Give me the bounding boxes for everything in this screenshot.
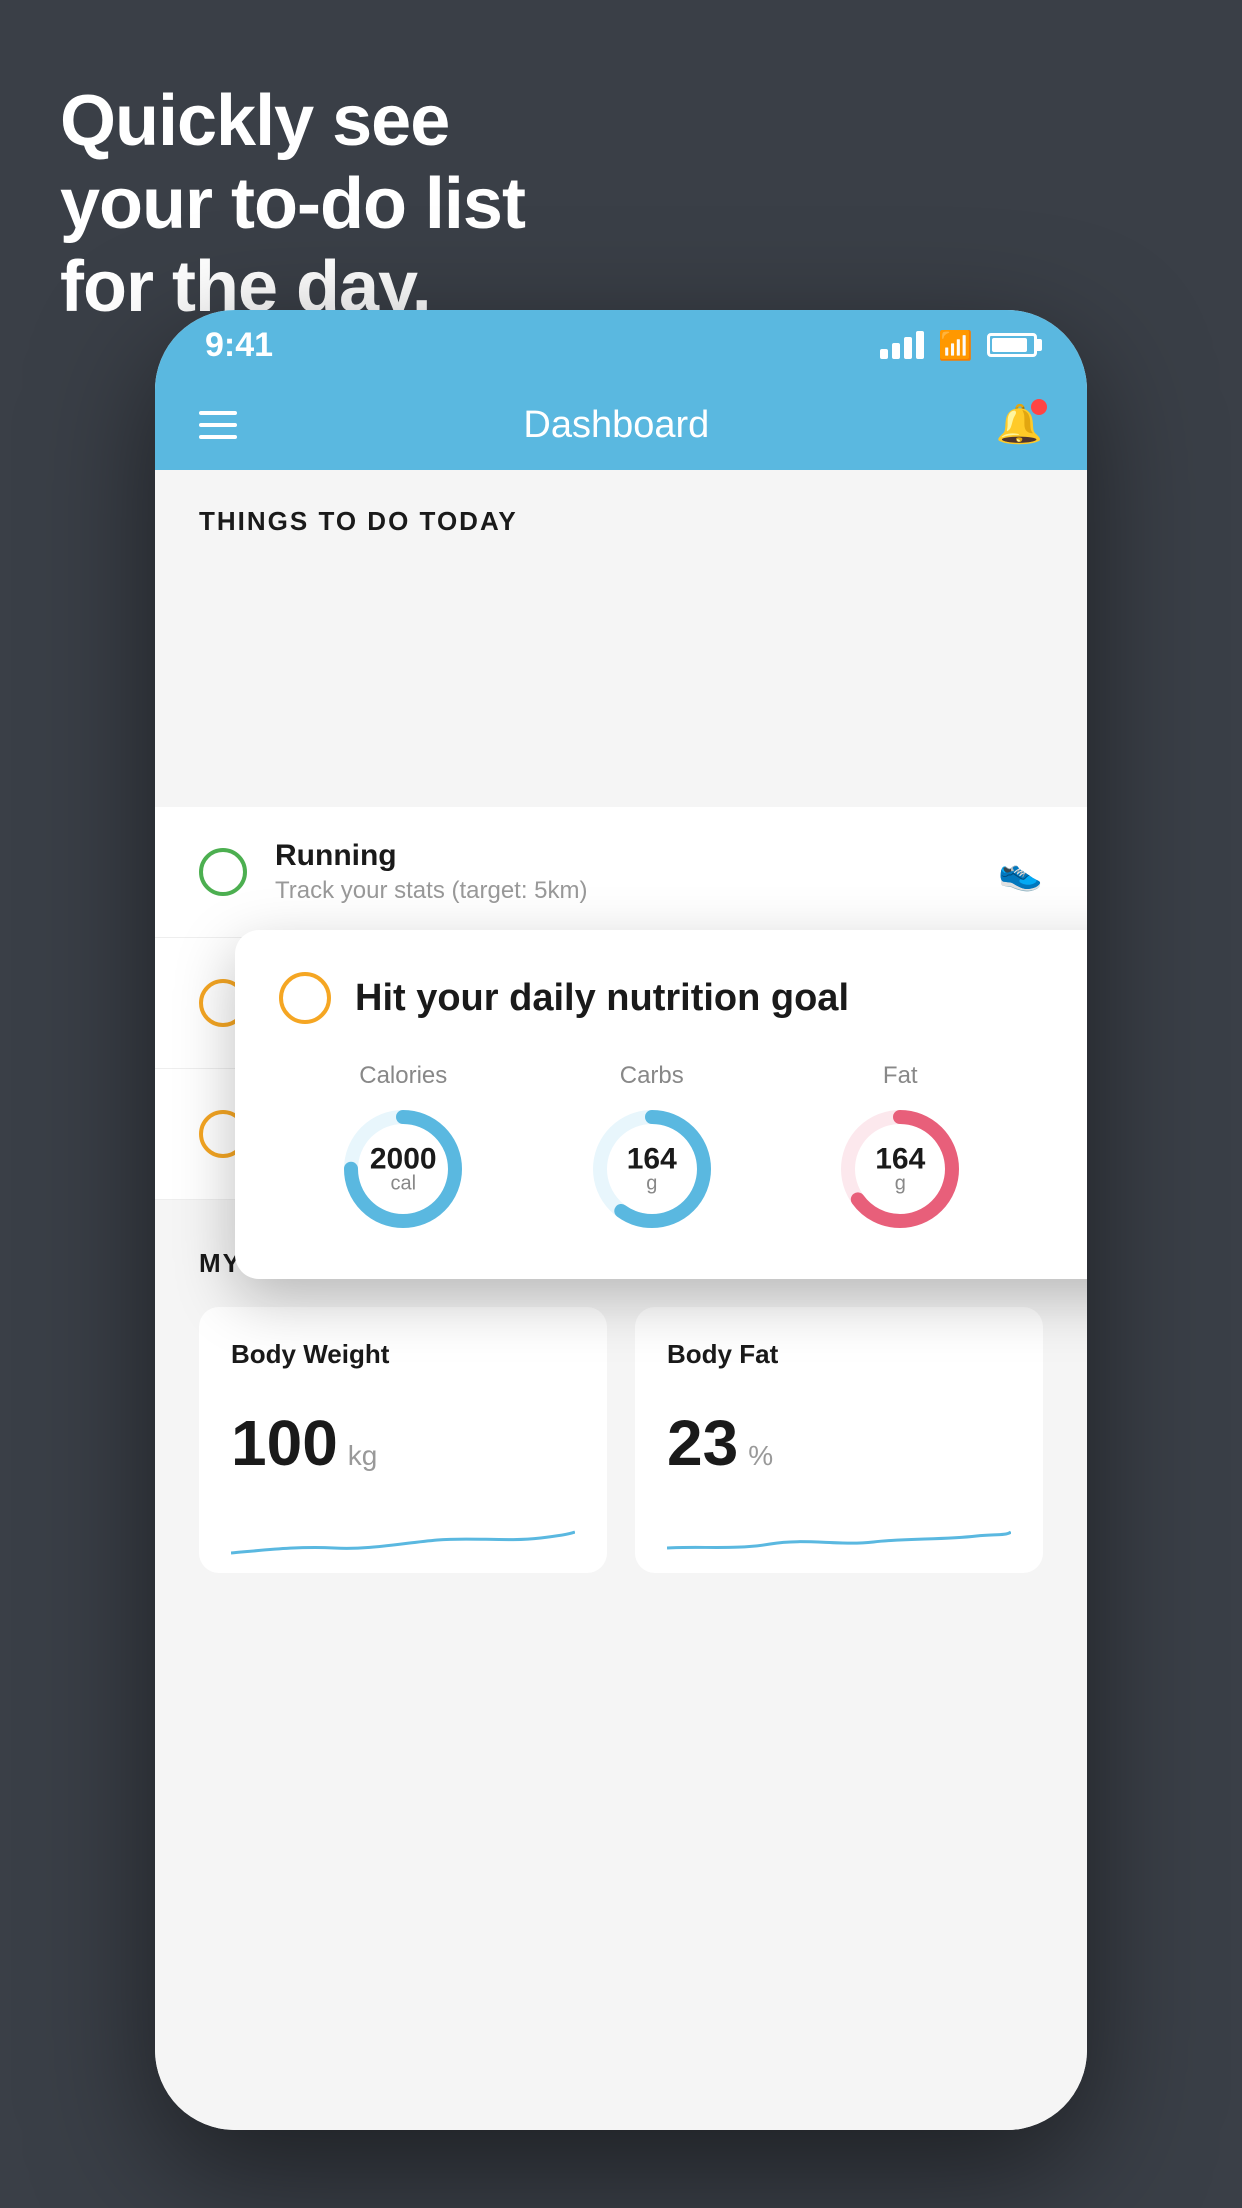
protein-donut: 164 g <box>1084 1105 1087 1235</box>
wifi-icon: 📶 <box>938 329 973 362</box>
nutrition-card[interactable]: Hit your daily nutrition goal Calories 2… <box>235 930 1087 1279</box>
fat-donut: 164 g <box>835 1104 965 1234</box>
status-bar: 9:41 📶 <box>155 310 1087 380</box>
todo-item-running[interactable]: Running Track your stats (target: 5km) 👟 <box>155 807 1087 938</box>
nutrient-protein: ★ Protein 164 g <box>1084 1062 1087 1235</box>
nutrition-card-header: Hit your daily nutrition goal <box>279 972 1087 1024</box>
nutrient-calories: Calories 2000 cal <box>338 1062 468 1234</box>
progress-cards: Body Weight 100 kg Body Fat 23 % <box>199 1307 1043 1573</box>
running-text: Running Track your stats (target: 5km) <box>275 839 970 905</box>
things-today-title: THINGS TO DO TODAY <box>199 506 518 536</box>
notification-button[interactable]: 🔔 <box>996 403 1043 447</box>
body-weight-unit: kg <box>348 1440 378 1472</box>
status-icons: 📶 <box>880 329 1037 362</box>
body-weight-title: Body Weight <box>231 1339 575 1370</box>
nutrient-fat: Fat 164 g <box>835 1062 965 1234</box>
nutrition-circles: Calories 2000 cal Carbs <box>279 1062 1087 1235</box>
nutrition-check-circle[interactable] <box>279 972 331 1024</box>
headline-line1: Quickly see <box>60 81 449 161</box>
app-content: THINGS TO DO TODAY Running Track your st… <box>155 470 1087 2130</box>
headline-line2: your to-do list <box>60 164 525 244</box>
header-title: Dashboard <box>523 404 709 447</box>
body-fat-card[interactable]: Body Fat 23 % <box>635 1307 1043 1573</box>
running-check-circle[interactable] <box>199 848 247 896</box>
carbs-donut: 164 g <box>587 1104 717 1234</box>
fat-label: Fat <box>883 1062 918 1090</box>
notification-badge <box>1031 399 1047 415</box>
page-headline: Quickly see your to-do list for the day. <box>60 80 525 328</box>
running-desc: Track your stats (target: 5km) <box>275 877 970 905</box>
body-fat-chart <box>667 1508 1011 1568</box>
calories-label: Calories <box>359 1062 447 1090</box>
app-header: Dashboard 🔔 <box>155 380 1087 470</box>
fat-value: 164 <box>875 1143 925 1177</box>
signal-icon <box>880 331 924 359</box>
battery-icon <box>987 333 1037 357</box>
calories-donut: 2000 cal <box>338 1104 468 1234</box>
body-fat-value: 23 <box>667 1406 738 1480</box>
things-today-header: THINGS TO DO TODAY <box>155 470 1087 557</box>
body-weight-chart <box>231 1508 575 1568</box>
running-name: Running <box>275 839 970 873</box>
status-time: 9:41 <box>205 326 273 365</box>
running-icon: 👟 <box>998 851 1043 893</box>
menu-button[interactable] <box>199 411 237 439</box>
nutrition-card-title: Hit your daily nutrition goal <box>355 977 849 1020</box>
carbs-value: 164 <box>627 1143 677 1177</box>
body-fat-value-row: 23 % <box>667 1406 1011 1480</box>
body-weight-value: 100 <box>231 1406 338 1480</box>
body-fat-unit: % <box>748 1440 773 1472</box>
carbs-label: Carbs <box>620 1062 684 1090</box>
body-weight-card[interactable]: Body Weight 100 kg <box>199 1307 607 1573</box>
phone-shell: 9:41 📶 Dashboard 🔔 THINGS TO <box>155 310 1087 2130</box>
body-weight-value-row: 100 kg <box>231 1406 575 1480</box>
calories-value: 2000 <box>370 1143 437 1177</box>
nutrient-carbs: Carbs 164 g <box>587 1062 717 1234</box>
body-fat-title: Body Fat <box>667 1339 1011 1370</box>
